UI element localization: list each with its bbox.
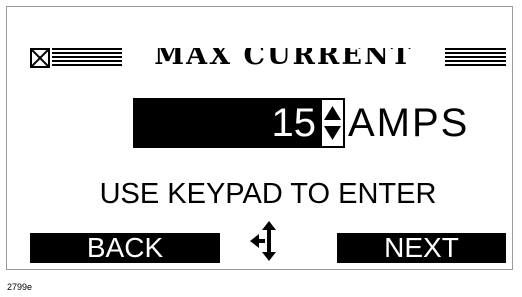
- display-frame: MAX CURRENT 15 AMPS USE KEYPAD TO ENTER …: [6, 6, 513, 270]
- next-softkey[interactable]: NEXT: [337, 233, 506, 263]
- current-value-field[interactable]: 15: [133, 98, 320, 148]
- unit-label: AMPS: [348, 101, 470, 145]
- lcd-screen: MAX CURRENT 15 AMPS USE KEYPAD TO ENTER …: [30, 48, 506, 263]
- close-box-icon[interactable]: [30, 48, 50, 68]
- current-value: 15: [271, 101, 317, 145]
- navigation-arrows-icon: [250, 221, 276, 261]
- instruction-text: USE KEYPAD TO ENTER: [99, 178, 437, 210]
- title-bar-lines-right: [445, 48, 506, 68]
- up-down-arrows-icon[interactable]: [320, 98, 345, 148]
- title-bar-lines-left: [52, 48, 122, 68]
- figure-id: 2799e: [7, 282, 33, 292]
- back-softkey[interactable]: BACK: [30, 233, 220, 263]
- screen-title: MAX CURRENT: [154, 48, 413, 71]
